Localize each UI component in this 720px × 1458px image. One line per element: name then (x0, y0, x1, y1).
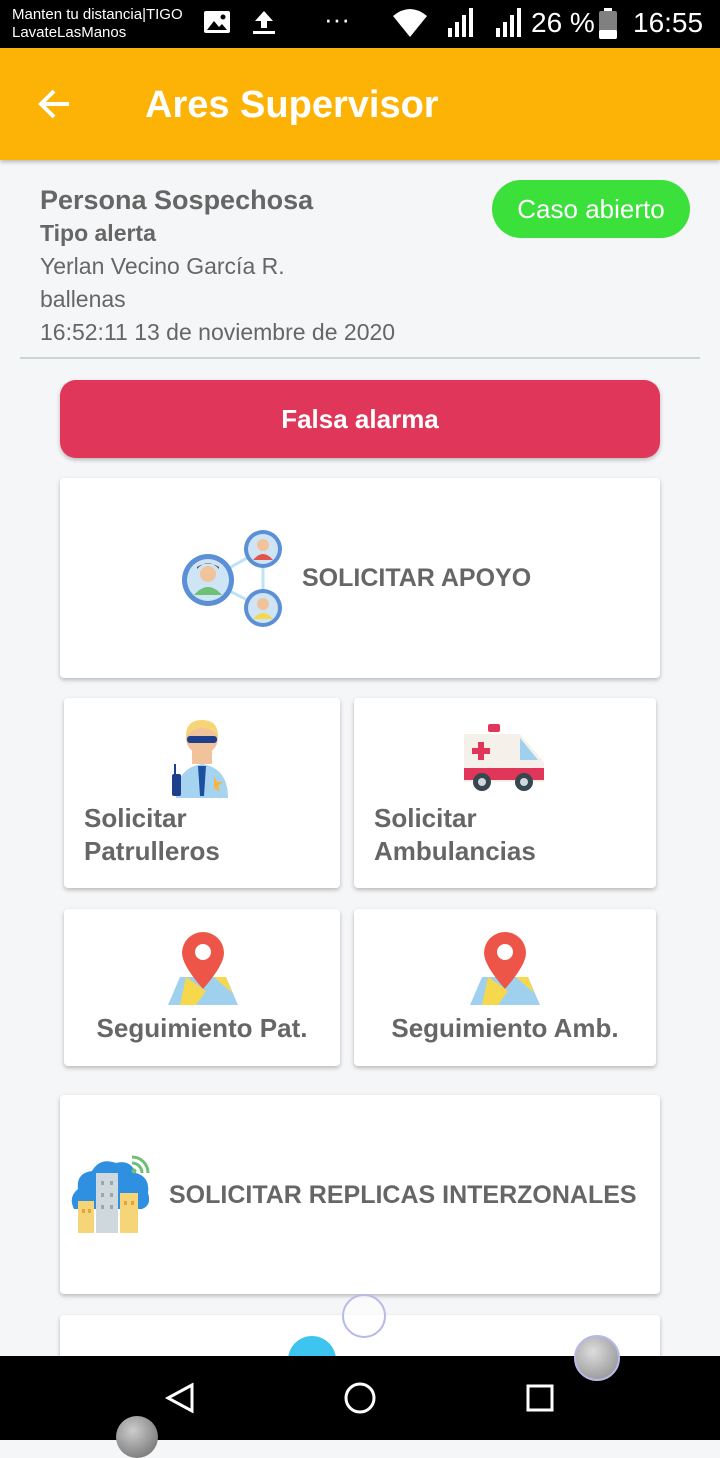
track-patrols-card[interactable]: Seguimiento Pat. (64, 909, 340, 1066)
back-arrow-icon[interactable] (36, 86, 72, 122)
track-patrols-label: Seguimiento Pat. (96, 1013, 308, 1043)
ambulance-icon (464, 724, 544, 791)
map-pin-icon-2 (470, 932, 540, 1005)
battery-percent: 26 % (531, 7, 595, 38)
more-notifications: ··· (324, 4, 350, 34)
request-replicas-card[interactable]: SOLICITAR REPLICAS INTERZONALES (60, 1095, 660, 1294)
track-ambulances-label: Seguimiento Amb. (391, 1013, 619, 1043)
battery-icon (599, 8, 617, 39)
recents-nav-icon[interactable] (524, 1382, 556, 1414)
back-nav-icon[interactable] (164, 1382, 196, 1414)
request-support-card[interactable]: SOLICITAR APOYO (60, 478, 660, 678)
request-patrols-label: Solicitar Patrulleros (84, 803, 220, 866)
clock: 16:55 (633, 7, 704, 38)
touch-indicator-3 (116, 1416, 158, 1458)
request-replicas-label: SOLICITAR REPLICAS INTERZONALES (169, 1181, 637, 1209)
image-icon (204, 11, 230, 33)
status-bar: Manten tu distancia|TIGO LavateLasManos … (0, 0, 720, 48)
request-ambulances-label: Solicitar Ambulancias (374, 803, 536, 866)
case-details: Persona Sospechosa Tipo alerta Yerlan Ve… (40, 184, 395, 349)
touch-indicator (342, 1294, 386, 1338)
alert-location: ballenas (40, 286, 126, 312)
alert-title: Persona Sospechosa (40, 185, 314, 215)
upload-icon (253, 11, 275, 34)
alert-reporter: Yerlan Vecino García R. (40, 253, 285, 279)
cloud-building-icon (71, 1155, 150, 1233)
app-bar: Ares Supervisor (0, 48, 720, 160)
signal-icon-2 (496, 8, 521, 37)
request-patrols-card[interactable]: Solicitar Patrulleros (64, 698, 340, 888)
police-officer-icon (172, 720, 228, 798)
wifi-icon (393, 9, 427, 37)
false-alarm-button[interactable]: Falsa alarma (60, 380, 660, 458)
map-pin-icon (168, 932, 238, 1005)
notification-text: Manten tu distancia|TIGO LavateLasManos (12, 6, 183, 41)
touch-indicator-2 (574, 1335, 620, 1381)
home-nav-icon[interactable] (342, 1380, 378, 1416)
divider (20, 357, 700, 359)
page-title: Ares Supervisor (145, 84, 439, 126)
signal-icon (448, 8, 473, 37)
alert-timestamp: 16:52:11 13 de noviembre de 2020 (40, 319, 396, 345)
status-badge: Caso abierto (492, 180, 690, 238)
alert-type-label: Tipo alerta (40, 220, 156, 246)
team-network-icon (182, 530, 282, 627)
track-ambulances-card[interactable]: Seguimiento Amb. (354, 909, 656, 1066)
request-ambulances-card[interactable]: Solicitar Ambulancias (354, 698, 656, 888)
request-support-label: SOLICITAR APOYO (302, 564, 532, 592)
